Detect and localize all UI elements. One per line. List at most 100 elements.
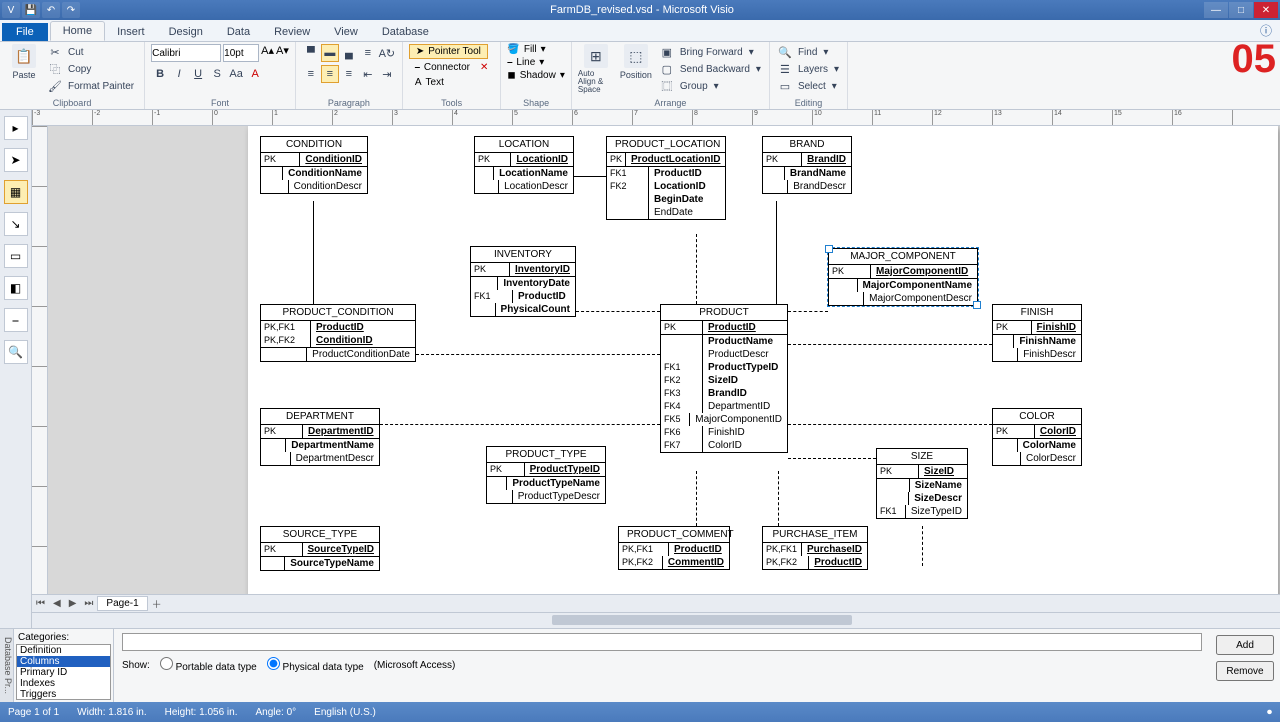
page-tab-1[interactable]: Page-1 [97,596,147,611]
align-center-button[interactable]: ≡ [321,65,339,83]
maximize-button[interactable]: □ [1229,2,1253,18]
entity-product-type[interactable]: PRODUCT_TYPE PKProductTypeID ProductType… [486,446,606,504]
rotate-text-button[interactable]: A↻ [378,44,396,62]
db-panel-tab[interactable]: Database Pr... [0,629,14,702]
entity-product-comment[interactable]: PRODUCT_COMMENT PK,FK1ProductID PK,FK2Co… [618,526,730,570]
x-icon[interactable]: ✕ [480,62,488,73]
line-button[interactable]: ⎯Line ▾ [507,57,544,68]
tool-entity[interactable]: ▦ [4,180,28,204]
save-icon[interactable]: 💾 [22,2,40,18]
entity-inventory[interactable]: INVENTORY PKInventoryID InventoryDate FK… [470,246,576,317]
entity-department[interactable]: DEPARTMENT PKDepartmentID DepartmentName… [260,408,380,466]
tool-relation[interactable]: ↘ [4,212,28,236]
portable-type-radio[interactable]: Portable data type [160,657,257,673]
entity-color[interactable]: COLOR PKColorID ColorName ColorDescr [992,408,1082,466]
macro-record-icon[interactable]: ⏺ [1267,707,1272,718]
tab-view[interactable]: View [322,23,370,41]
status-page: Page 1 of 1 [8,707,59,718]
remove-column-button[interactable]: Remove [1216,661,1274,681]
shrink-font-button[interactable]: A▾ [276,44,289,62]
italic-button[interactable]: I [170,65,188,83]
pointer-tool-button[interactable]: ➤Pointer Tool [409,44,488,59]
page-prev-button[interactable]: ◀ [49,598,65,609]
align-left-button[interactable]: ≡ [302,65,320,83]
tool-view[interactable]: ◧ [4,276,28,300]
entity-product-condition[interactable]: PRODUCT_CONDITION PK,FK1ProductID PK,FK2… [260,304,416,362]
drawing-canvas[interactable]: CONDITION PKConditionID ConditionName Co… [48,126,1280,594]
entity-brand[interactable]: BRAND PKBrandID BrandName BrandDescr [762,136,852,194]
horizontal-scrollbar[interactable] [32,612,1280,628]
page-next-button[interactable]: ▶ [65,598,81,609]
tab-data[interactable]: Data [215,23,262,41]
shadow-button[interactable]: ◼Shadow ▾ [507,70,564,81]
entity-source-type[interactable]: SOURCE_TYPE PKSourceTypeID SourceTypeNam… [260,526,380,571]
tab-home[interactable]: Home [50,21,105,41]
layers-button[interactable]: ☰Layers ▾ [776,61,841,77]
page-add-button[interactable]: ＋ [148,596,166,611]
indent-dec-button[interactable]: ⇤ [359,65,377,83]
physical-type-radio[interactable]: Physical data type [267,657,364,673]
auto-align-button[interactable]: ⊞Auto Align & Space [578,44,614,94]
position-button[interactable]: ⬚Position [618,44,654,80]
entity-location[interactable]: LOCATION PKLocationID LocationName Locat… [474,136,574,194]
bold-button[interactable]: B [151,65,169,83]
tool-connector[interactable]: ⎯ [4,308,28,332]
undo-icon[interactable]: ↶ [42,2,60,18]
shapes-expand-button[interactable]: ▸ [4,116,28,140]
tab-insert[interactable]: Insert [105,23,157,41]
align-top-button[interactable]: ▀ [302,44,320,62]
page-first-button[interactable]: ⏮ [32,598,49,609]
columns-grid[interactable] [122,633,1202,651]
entity-product[interactable]: PRODUCT PKProductID ProductName ProductD… [660,304,788,453]
align-right-button[interactable]: ≡ [340,65,358,83]
add-column-button[interactable]: Add [1216,635,1274,655]
font-color-button[interactable]: A [246,65,264,83]
grow-font-button[interactable]: A▴ [261,44,274,62]
tab-review[interactable]: Review [262,23,322,41]
visio-icon: V [2,2,20,18]
select-button[interactable]: ▭Select ▾ [776,78,841,94]
entity-finish[interactable]: FINISH PKFinishID FinishName FinishDescr [992,304,1082,362]
underline-button[interactable]: U [189,65,207,83]
fill-button[interactable]: 🪣Fill ▾ [507,44,545,55]
group-button[interactable]: ⿴Group ▾ [658,78,763,94]
font-name-input[interactable] [151,44,221,62]
send-backward-button[interactable]: ▢Send Backward ▾ [658,61,763,77]
strike-button[interactable]: S [208,65,226,83]
entity-size[interactable]: SIZE PKSizeID SizeName SizeDescr FK1Size… [876,448,968,519]
entity-major-component[interactable]: MAJOR_COMPONENT PKMajorComponentID Major… [828,248,978,306]
bring-forward-button[interactable]: ▣Bring Forward ▾ [658,44,763,60]
text-icon: A [415,77,422,88]
indent-inc-button[interactable]: ⇥ [378,65,396,83]
text-tool-button[interactable]: AText [409,76,450,89]
copy-button[interactable]: ⿻Copy [46,61,138,77]
align-bottom-button[interactable]: ▄ [340,44,358,62]
align-middle-button[interactable]: ▬ [321,44,339,62]
connector-tool-button[interactable]: ⎯Connector✕ [409,61,495,74]
redo-icon[interactable]: ↷ [62,2,80,18]
scrollbar-thumb[interactable] [552,615,852,625]
bullets-button[interactable]: ≡ [359,44,377,62]
tab-database[interactable]: Database [370,23,441,41]
entity-product-location[interactable]: PRODUCT_LOCATION PKProductLocationID FK1… [606,136,726,220]
tab-design[interactable]: Design [157,23,215,41]
tool-rect[interactable]: ▭ [4,244,28,268]
connector [313,201,314,304]
horizontal-ruler: -3-2-1012345678910111213141516 [32,110,1280,126]
minimize-button[interactable]: — [1204,2,1228,18]
cut-button[interactable]: ✂Cut [46,44,138,60]
categories-list[interactable]: Definition Columns Primary ID Indexes Tr… [16,644,111,700]
select-icon: ▭ [778,79,792,93]
page-last-button[interactable]: ⏭ [80,598,97,609]
tab-file[interactable]: File [2,23,48,41]
font-size-input[interactable] [223,44,259,62]
close-button[interactable]: ✕ [1254,2,1278,18]
entity-condition[interactable]: CONDITION PKConditionID ConditionName Co… [260,136,368,194]
find-button[interactable]: 🔍Find ▾ [776,44,841,60]
tool-zoom[interactable]: 🔍 [4,340,28,364]
format-painter-button[interactable]: 🖌Format Painter [46,78,138,94]
entity-purchase-item[interactable]: PURCHASE_ITEM PK,FK1PurchaseID PK,FK2Pro… [762,526,868,570]
case-button[interactable]: Aa [227,65,245,83]
tool-pointer[interactable]: ➤ [4,148,28,172]
paste-button[interactable]: 📋Paste [6,44,42,80]
